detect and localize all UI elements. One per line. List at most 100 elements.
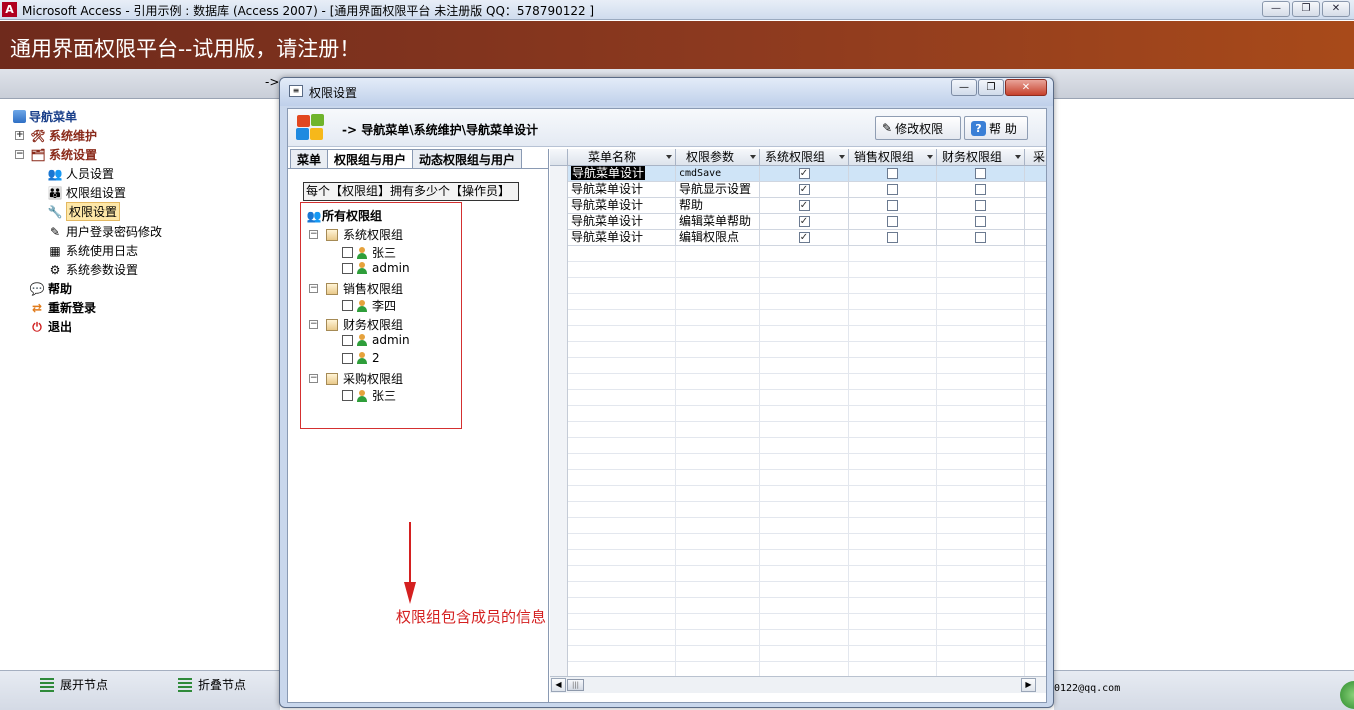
column-header-purchase-group[interactable]: 采 — [1025, 149, 1046, 166]
edit-permission-button[interactable]: ✎ 修改权限 — [875, 116, 961, 140]
cell-sales-group — [849, 198, 937, 214]
collapse-icon[interactable]: − — [15, 150, 24, 159]
column-header-sales-group[interactable]: 销售权限组 — [849, 149, 937, 166]
close-button[interactable]: ✕ — [1322, 1, 1350, 17]
nav-item-system-params[interactable]: ⚙ 系统参数设置 — [47, 261, 138, 278]
cell-param[interactable]: 编辑权限点 — [676, 230, 760, 246]
dialog-close-button[interactable]: ✕ — [1005, 79, 1047, 96]
permission-checkbox[interactable]: ✓ — [798, 168, 810, 179]
cell-system-group: ✓ — [760, 182, 849, 198]
collapse-icon[interactable]: − — [309, 230, 318, 239]
scroll-left-arrow-icon[interactable]: ◀ — [551, 678, 566, 692]
table-row[interactable]: 导航菜单设计 编辑权限点 ✓ — [568, 230, 1046, 246]
permission-checkbox[interactable] — [975, 200, 986, 211]
tree-member[interactable]: 张三 — [342, 244, 396, 261]
tree-group[interactable]: − 财务权限组 — [309, 316, 403, 333]
tree-root-label: 所有权限组 — [322, 209, 383, 223]
collapse-icon[interactable]: − — [309, 284, 318, 293]
nav-item-user-settings[interactable]: 👥 人员设置 — [47, 165, 115, 182]
annotation-arrow-icon — [404, 522, 416, 604]
tree-member[interactable]: 李四 — [342, 297, 396, 314]
collapse-nodes-button[interactable]: 折叠节点 — [178, 676, 246, 693]
member-checkbox[interactable] — [342, 334, 353, 346]
minimize-button[interactable]: — — [1262, 1, 1290, 17]
nav-item-system-maintain[interactable]: + 🛠 系统维护 — [15, 127, 97, 144]
permission-checkbox[interactable] — [975, 168, 986, 179]
pencil-icon: ✎ — [49, 224, 61, 239]
nav-item-system-settings[interactable]: − 🗂 系统设置 — [15, 146, 97, 163]
tree-group[interactable]: − 系统权限组 — [309, 226, 403, 243]
column-header-param[interactable]: 权限参数 — [676, 149, 760, 166]
header-banner: 通用界面权限平台--试用版，请注册！ — [0, 21, 1354, 69]
nav-root[interactable]: 导航菜单 — [13, 108, 77, 125]
collapse-icon[interactable]: − — [309, 374, 318, 383]
tree-group[interactable]: − 销售权限组 — [309, 280, 403, 297]
nav-item-usage-log[interactable]: ▦ 系统使用日志 — [47, 242, 138, 259]
user-icon — [357, 299, 367, 312]
permission-checkbox[interactable] — [887, 232, 898, 243]
nav-item-exit[interactable]: ⏻ 退出 — [29, 318, 72, 335]
tab-groups-users[interactable]: 权限组与用户 — [327, 149, 414, 169]
member-checkbox[interactable] — [342, 390, 353, 401]
scroll-right-arrow-icon[interactable]: ▶ — [1021, 678, 1036, 692]
tree-member[interactable]: admin — [342, 333, 410, 347]
horizontal-scrollbar[interactable]: ◀ ||| ▶ — [550, 676, 1046, 693]
tree-member[interactable]: 2 — [342, 351, 380, 365]
permission-checkbox[interactable] — [887, 184, 898, 195]
restore-button[interactable]: ❐ — [1292, 1, 1320, 17]
permission-checkbox[interactable]: ✓ — [798, 200, 810, 211]
cell-param[interactable]: 导航显示设置 — [676, 182, 760, 198]
permission-checkbox[interactable] — [887, 168, 898, 179]
member-checkbox[interactable] — [342, 352, 353, 364]
nav-item-permission-settings[interactable]: 🔧 权限设置 — [47, 202, 121, 221]
permission-checkbox[interactable] — [975, 232, 986, 243]
cell-menu-name[interactable]: 导航菜单设计 — [568, 182, 676, 198]
table-row[interactable]: 导航菜单设计 cmdSave ✓ — [568, 166, 1046, 182]
tree-root[interactable]: 👥 所有权限组 — [306, 207, 383, 224]
column-header-menu-name[interactable]: 菜单名称 — [568, 149, 676, 166]
nav-item-help[interactable]: 💬 帮助 — [29, 280, 73, 297]
expand-icon[interactable]: + — [15, 131, 24, 140]
column-header-finance-group[interactable]: 财务权限组 — [937, 149, 1025, 166]
scroll-thumb[interactable]: ||| — [567, 679, 584, 691]
permission-checkbox[interactable]: ✓ — [798, 184, 810, 195]
tree-member[interactable]: admin — [342, 261, 410, 275]
cell-system-group: ✓ — [760, 166, 849, 182]
tab-menu[interactable]: 菜单 — [290, 149, 329, 168]
column-header-system-group[interactable]: 系统权限组 — [760, 149, 849, 166]
tree-group[interactable]: − 采购权限组 — [309, 370, 403, 387]
permission-checkbox[interactable] — [975, 184, 986, 195]
dialog-minimize-button[interactable]: — — [951, 79, 977, 96]
permission-checkbox[interactable]: ✓ — [798, 216, 810, 227]
nav-item-group-settings[interactable]: 👪 权限组设置 — [47, 184, 127, 201]
collapse-icon[interactable]: − — [309, 320, 318, 329]
tab-dynamic-groups-users[interactable]: 动态权限组与用户 — [412, 149, 523, 168]
cell-finance-group — [937, 198, 1025, 214]
help-button[interactable]: ? 帮 助 — [964, 116, 1028, 140]
member-checkbox[interactable] — [342, 262, 353, 274]
grid-rows: 导航菜单设计 cmdSave ✓ 导航菜单设计 导航显示设置 ✓ 导航菜单设计 帮助 ✓ 导航菜单… — [568, 166, 1046, 246]
row-selector-column[interactable] — [550, 166, 568, 676]
member-checkbox[interactable] — [342, 300, 353, 311]
select-all-cell[interactable] — [550, 149, 568, 166]
cell-param[interactable]: 帮助 — [676, 198, 760, 214]
dialog-restore-button[interactable]: ❐ — [978, 79, 1004, 96]
cell-param[interactable]: cmdSave — [676, 166, 760, 182]
cell-param[interactable]: 编辑菜单帮助 — [676, 214, 760, 230]
table-row[interactable]: 导航菜单设计 编辑菜单帮助 ✓ — [568, 214, 1046, 230]
permission-checkbox[interactable]: ✓ — [798, 232, 810, 243]
expand-nodes-button[interactable]: 展开节点 — [40, 676, 108, 693]
cell-menu-name[interactable]: 导航菜单设计 — [568, 166, 676, 182]
cell-menu-name[interactable]: 导航菜单设计 — [568, 230, 676, 246]
member-checkbox[interactable] — [342, 247, 353, 258]
cell-menu-name[interactable]: 导航菜单设计 — [568, 198, 676, 214]
permission-checkbox[interactable] — [975, 216, 986, 227]
cell-menu-name[interactable]: 导航菜单设计 — [568, 214, 676, 230]
permission-checkbox[interactable] — [887, 200, 898, 211]
nav-item-password-change[interactable]: ✎ 用户登录密码修改 — [47, 223, 162, 240]
table-row[interactable]: 导航菜单设计 导航显示设置 ✓ — [568, 182, 1046, 198]
nav-item-relogin[interactable]: ⇄ 重新登录 — [29, 299, 96, 316]
permission-checkbox[interactable] — [887, 216, 898, 227]
tree-member[interactable]: 张三 — [342, 387, 396, 404]
table-row[interactable]: 导航菜单设计 帮助 ✓ — [568, 198, 1046, 214]
